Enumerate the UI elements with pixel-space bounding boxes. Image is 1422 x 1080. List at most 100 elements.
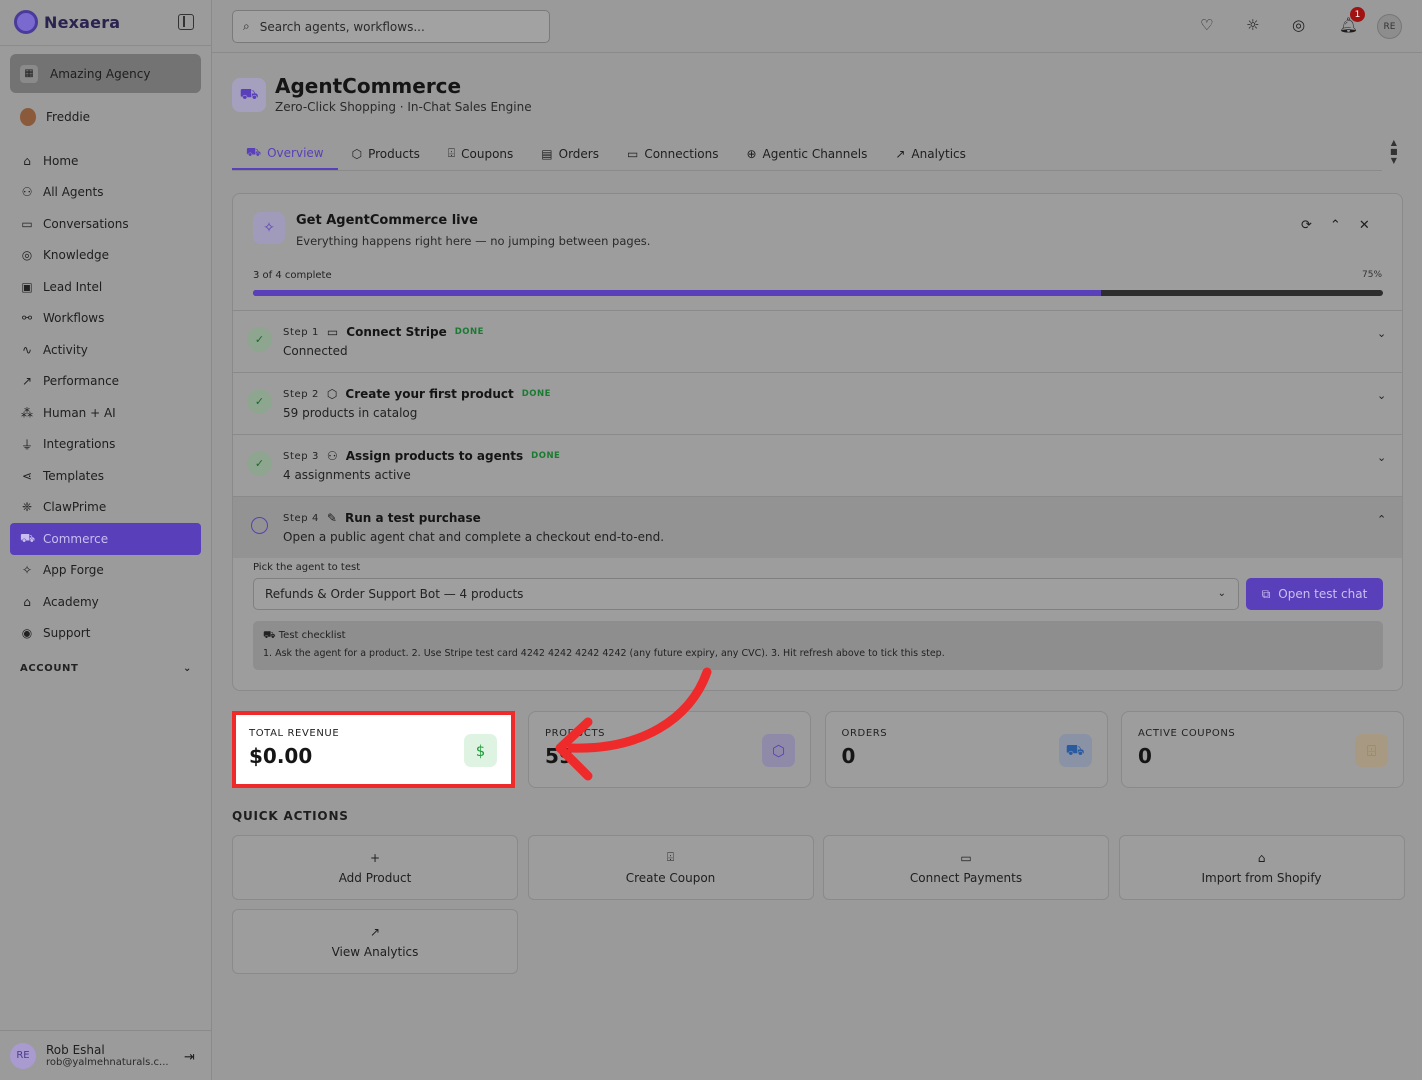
stat-card-products: PRODUCTS 59 ⬡: [528, 711, 811, 788]
avatar[interactable]: RE: [10, 1042, 36, 1069]
cart-icon: ⛟: [20, 530, 36, 545]
user-avatar: [20, 108, 36, 126]
stat-value: $0.00: [249, 744, 313, 768]
brand-logo[interactable]: Nexaera: [14, 8, 120, 36]
chevron-down-icon[interactable]: ⌄: [1377, 451, 1386, 464]
sidebar-item-home[interactable]: ⌂ Home: [10, 145, 201, 177]
step-icon: ⚇: [326, 449, 338, 463]
avatar[interactable]: RE: [1377, 14, 1402, 39]
lifebuoy-icon: ◉: [21, 626, 33, 641]
onboarding-step[interactable]: ✓ Step 3 ⚇ Assign products to agents DON…: [233, 434, 1402, 496]
sidebar-item-all-agents[interactable]: ⚇ All Agents: [10, 177, 201, 209]
onboarding-step[interactable]: Step 4 ✎ Run a test purchase Open a publ…: [233, 496, 1402, 558]
tab-icon: ▭: [626, 146, 639, 161]
trend-icon: ↗: [21, 374, 33, 389]
chevron-down-icon[interactable]: ⌄: [1377, 327, 1386, 340]
page-subtitle: Zero-Click Shopping · In-Chat Sales Engi…: [275, 100, 532, 114]
chat-icon: ▭: [21, 216, 33, 231]
onboarding-step[interactable]: ✓ Step 2 ⬡ Create your first product DON…: [233, 372, 1402, 434]
chevron-down-icon[interactable]: ⌄: [1377, 389, 1386, 402]
quick-actions-title: QUICK ACTIONS: [232, 809, 349, 823]
sidebar-item-app-forge[interactable]: ✧ App Forge: [10, 555, 201, 587]
agent-select[interactable]: Refunds & Order Support Bot — 4 products…: [253, 578, 1239, 610]
chevron-up-icon[interactable]: ⌃: [1330, 218, 1341, 233]
sidebar-item-knowledge[interactable]: ◎ Knowledge: [10, 240, 201, 272]
sidebar-item-label: Knowledge: [43, 248, 109, 263]
stat-card-orders: ORDERS 0 ⛟: [824, 711, 1108, 788]
tab-label: Agentic Channels: [762, 146, 868, 161]
sidebar-item-label: Commerce: [43, 531, 109, 546]
sidebar-item-activity[interactable]: ∿ Activity: [10, 334, 201, 366]
sidebar-item-human-ai[interactable]: ⁂ Human + AI: [10, 397, 201, 429]
heart-icon[interactable]: ♡: [1200, 16, 1213, 34]
tab-products[interactable]: ⬡ Products: [338, 137, 434, 170]
tab-label: Coupons: [461, 146, 514, 161]
logout-icon[interactable]: ⇥: [184, 1050, 195, 1065]
sidebar: Nexaera ▦ Amazing Agency Freddie ⌂ Home ⚇ A…: [0, 0, 212, 1080]
dollar-icon: $: [464, 734, 497, 767]
tab-agentic-channels[interactable]: ⊕ Agentic Channels: [732, 137, 881, 170]
sub-account-switcher[interactable]: Freddie: [20, 108, 90, 126]
logo-icon: [14, 10, 38, 34]
divider: [0, 45, 212, 46]
progress-label: 3 of 4 complete: [253, 270, 332, 281]
pick-agent-label: Pick the agent to test: [253, 562, 361, 573]
sidebar-collapse-icon[interactable]: [178, 14, 194, 30]
help-icon[interactable]: ◎: [1292, 16, 1305, 34]
tab-orders[interactable]: ▤ Orders: [527, 137, 613, 170]
step-title: Connect Stripe: [346, 325, 447, 339]
workflow-icon: ⚯: [21, 311, 33, 326]
connect-payments-button[interactable]: ▭ Connect Payments: [823, 835, 1109, 900]
tab-bar: ⛟ Overview ⬡ Products ⌹ Coupons ▤ Orders ▭ Connec…: [232, 137, 1382, 171]
checklist-body: 1. Ask the agent for a product. 2. Use S…: [263, 648, 945, 659]
sparkles-icon: ✧: [253, 212, 285, 244]
sidebar-item-academy[interactable]: ⌂ Academy: [10, 586, 201, 618]
topbar: ⌕ Search agents, workflows... ♡ ☼ ◎ 🔔︎ 1…: [212, 0, 1422, 53]
close-icon[interactable]: ✕: [1359, 218, 1370, 233]
step-description: 4 assignments active: [283, 468, 411, 482]
tab-analytics[interactable]: ↗ Analytics: [881, 137, 980, 170]
import-from-shopify-button[interactable]: ⌂ Import from Shopify: [1118, 835, 1405, 900]
refresh-icon[interactable]: ⟳: [1301, 218, 1312, 233]
sun-icon[interactable]: ☼: [1246, 16, 1259, 34]
sidebar-item-label: Templates: [43, 468, 105, 483]
tab-label: Orders: [558, 146, 599, 161]
view-analytics-button[interactable]: ↗ View Analytics: [232, 909, 518, 974]
external-link-icon: ⧉: [1261, 586, 1271, 601]
onboarding-step[interactable]: ✓ Step 1 ▭ Connect Stripe DONE Connected…: [233, 310, 1402, 372]
tab-coupons[interactable]: ⌹ Coupons: [434, 137, 527, 170]
sidebar-item-conversations[interactable]: ▭ Conversations: [10, 208, 201, 240]
action-label: Create Coupon: [625, 871, 716, 885]
tab-icon: ⌹: [447, 146, 456, 160]
stat-label: ACTIVE COUPONS: [1138, 728, 1236, 739]
check-icon: ✓: [247, 451, 272, 476]
step-icon: ▭: [326, 325, 339, 339]
sidebar-item-commerce[interactable]: ⛟ Commerce: [10, 523, 201, 555]
sidebar-item-label: Lead Intel: [43, 279, 103, 294]
sidebar-item-performance[interactable]: ↗ Performance: [10, 366, 201, 398]
sidebar-item-support[interactable]: ◉ Support: [10, 618, 201, 650]
step-icon: ⬡: [326, 387, 338, 401]
step-title: Create your first product: [345, 387, 514, 401]
chevron-up-icon[interactable]: ⌃: [1377, 513, 1386, 526]
users-icon: ⁂: [21, 405, 33, 420]
agency-switcher[interactable]: ▦ Amazing Agency: [10, 54, 201, 93]
search-input[interactable]: ⌕ Search agents, workflows...: [232, 10, 550, 43]
ticket-icon: ⌹: [1355, 734, 1388, 767]
tab-icon: ▤: [541, 146, 553, 161]
sidebar-item-lead-intel[interactable]: ▣ Lead Intel: [10, 271, 201, 303]
tab-overview[interactable]: ⛟ Overview: [232, 137, 338, 170]
account-section-toggle[interactable]: ACCOUNT ⌄: [20, 663, 192, 674]
open-test-chat-button[interactable]: ⧉ Open test chat: [1246, 578, 1383, 610]
bot-icon: ⚇: [21, 185, 33, 200]
sidebar-item-templates[interactable]: ⋖ Templates: [10, 460, 201, 492]
create-coupon-button[interactable]: ⌹ Create Coupon: [527, 835, 814, 900]
sidebar-item-workflows[interactable]: ⚯ Workflows: [10, 303, 201, 335]
tab-scroll-icon[interactable]: ▲ ■ ▼: [1390, 138, 1398, 165]
sidebar-item-integrations[interactable]: ⏚ Integrations: [10, 429, 201, 461]
tab-icon: ⬡: [351, 146, 363, 161]
stat-label: PRODUCTS: [545, 728, 606, 739]
sidebar-item-clawprime[interactable]: ❈ ClawPrime: [10, 492, 201, 524]
tab-connections[interactable]: ▭ Connections: [613, 137, 733, 170]
add-product-button[interactable]: + Add Product: [232, 835, 518, 900]
